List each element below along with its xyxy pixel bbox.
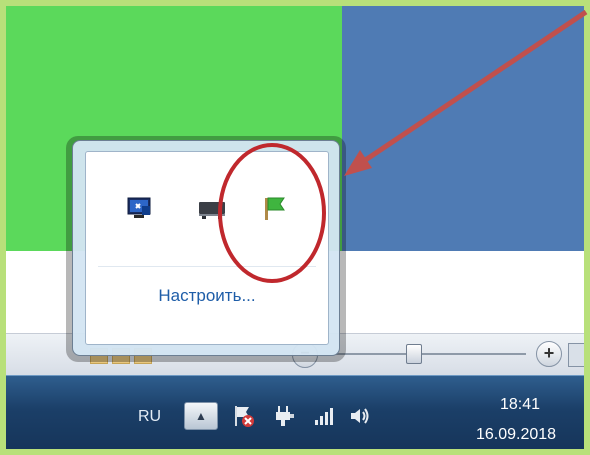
zoom-slider-thumb[interactable] bbox=[406, 344, 422, 364]
fit-window-button[interactable] bbox=[568, 343, 584, 367]
popup-content: Настроить... bbox=[85, 151, 329, 345]
power-plug-icon[interactable] bbox=[272, 404, 296, 428]
action-center-flag-icon[interactable] bbox=[258, 192, 290, 224]
taskbar: RU ▲ 18:41 16.09.2018 bbox=[6, 375, 584, 449]
notification-overflow-popup: Настроить... bbox=[72, 140, 340, 356]
volume-icon[interactable] bbox=[348, 404, 372, 428]
language-indicator[interactable]: RU bbox=[138, 408, 161, 426]
clock-time[interactable]: 18:41 bbox=[500, 396, 540, 414]
background-blue-panel bbox=[342, 6, 584, 251]
display-devices-icon[interactable] bbox=[196, 192, 228, 224]
clock-date[interactable]: 16.09.2018 bbox=[476, 426, 556, 444]
customize-link[interactable]: Настроить... bbox=[86, 286, 328, 306]
network-signal-icon[interactable] bbox=[312, 404, 336, 428]
popup-divider bbox=[98, 266, 316, 267]
network-monitor-icon[interactable] bbox=[124, 192, 156, 224]
action-center-error-icon[interactable] bbox=[232, 404, 256, 428]
zoom-in-button[interactable]: + bbox=[536, 341, 562, 367]
show-hidden-icons-button[interactable]: ▲ bbox=[184, 402, 218, 430]
zoom-slider-track[interactable] bbox=[336, 353, 526, 355]
